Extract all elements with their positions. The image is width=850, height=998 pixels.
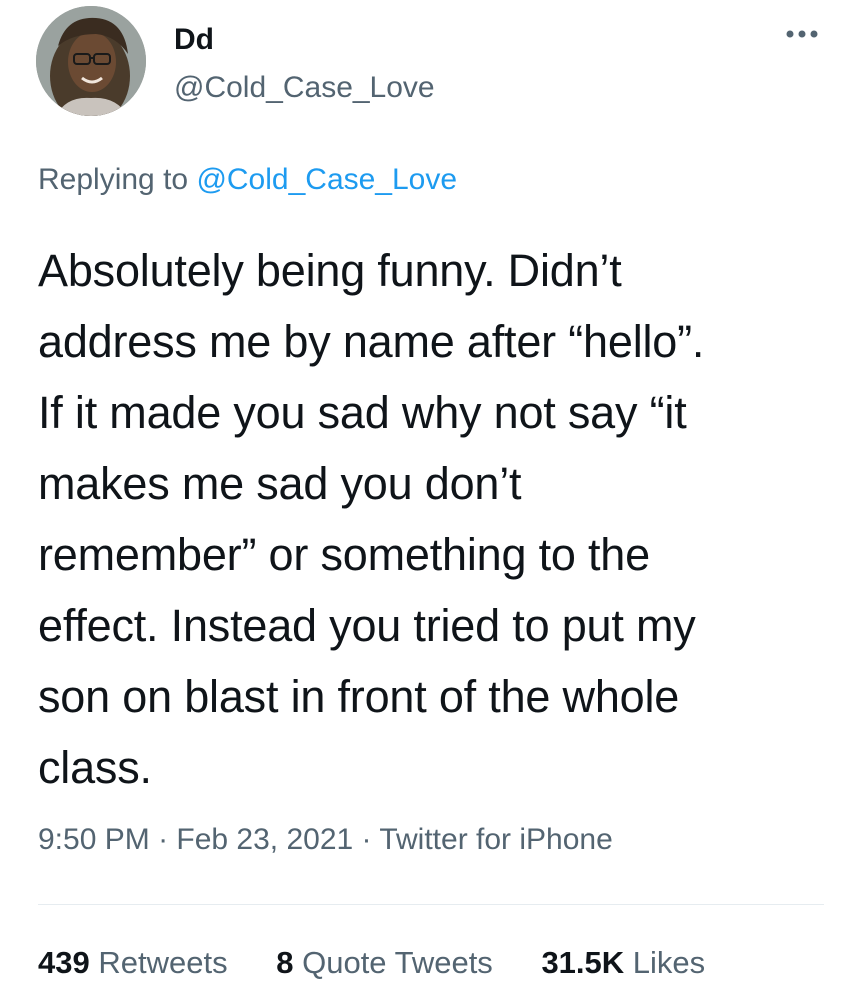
quote-tweets-stat[interactable]: 8 Quote Tweets	[276, 943, 493, 983]
avatar[interactable]	[36, 6, 146, 116]
tweet-text-line: effect. Instead you tried to put my	[38, 600, 696, 651]
tweet-source[interactable]: Twitter for iPhone	[379, 823, 612, 856]
tweet-text-line: Absolutely being funny. Didn’t	[38, 245, 622, 296]
likes-count: 31.5K	[541, 945, 625, 980]
tweet-text-line: If it made you sad why not say “it	[38, 387, 687, 438]
likes-stat[interactable]: 31.5K Likes	[541, 943, 705, 983]
retweets-label: Retweets	[98, 945, 228, 980]
tweet-text-line: address me by name after “hello”.	[38, 316, 705, 367]
retweets-count: 439	[38, 945, 90, 980]
meta-separator: ·	[353, 823, 380, 856]
more-horizontal-icon[interactable]	[782, 14, 822, 54]
meta-separator: ·	[149, 823, 177, 856]
likes-label: Likes	[632, 945, 706, 980]
tweet-meta: 9:50 PM · Feb 23, 2021 · Twitter for iPh…	[38, 820, 613, 860]
tweet: Dd @Cold_Case_Love Replying to @Cold_Cas…	[0, 0, 850, 998]
avatar-photo	[36, 6, 146, 116]
reply-mention-link[interactable]: @Cold_Case_Love	[196, 163, 457, 196]
retweets-stat[interactable]: 439 Retweets	[38, 943, 228, 983]
quote-tweets-label: Quote Tweets	[302, 945, 493, 980]
tweet-stats: 439 Retweets 8 Quote Tweets 31.5K Likes	[38, 943, 705, 983]
replying-to-label: Replying to	[38, 163, 189, 196]
tweet-date[interactable]: Feb 23, 2021	[176, 823, 353, 856]
tweet-text-line: class.	[38, 742, 152, 793]
tweet-text-line: son on blast in front of the whole	[38, 671, 680, 722]
tweet-text-line: makes me sad you don’t	[38, 458, 522, 509]
divider	[38, 904, 824, 905]
display-name[interactable]: Dd	[174, 22, 435, 58]
replying-to: Replying to @Cold_Case_Love	[38, 160, 457, 200]
quote-tweets-count: 8	[276, 945, 294, 980]
tweet-time[interactable]: 9:50 PM	[38, 823, 150, 856]
author-block: Dd @Cold_Case_Love	[174, 22, 435, 106]
tweet-text-line: remember” or something to the	[38, 529, 650, 580]
user-handle[interactable]: @Cold_Case_Love	[174, 70, 435, 106]
tweet-text: Absolutely being funny. Didn’t address m…	[38, 235, 828, 803]
